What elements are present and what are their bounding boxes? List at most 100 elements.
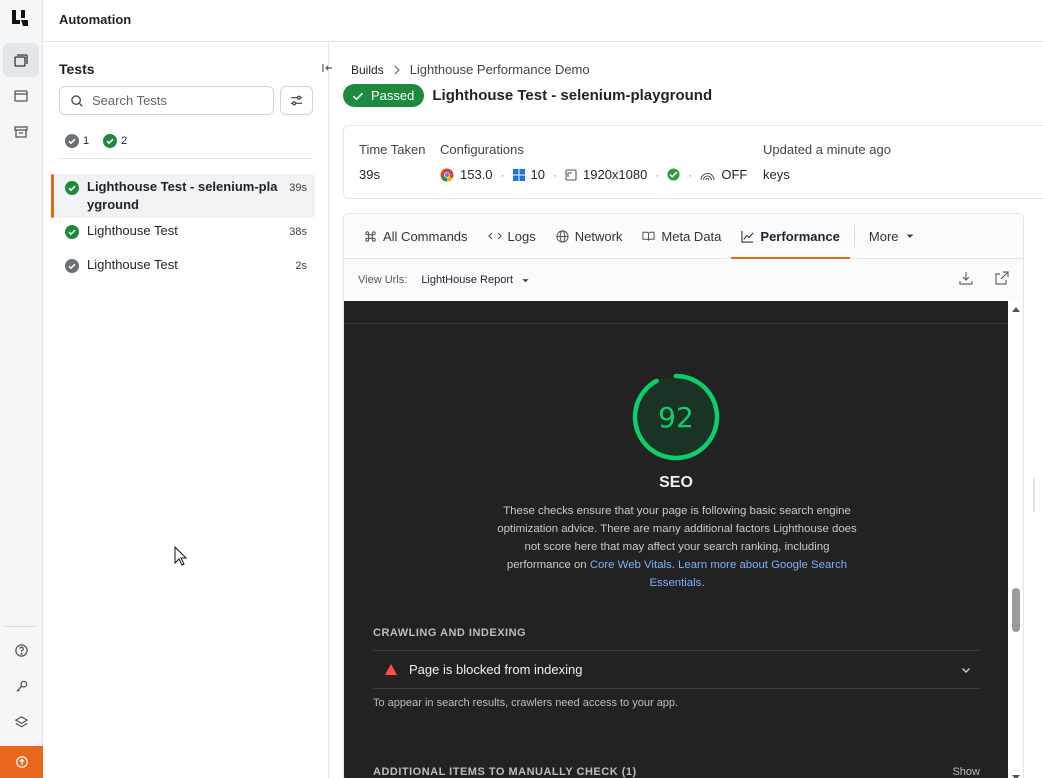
passed-check-icon — [65, 181, 79, 195]
chevron-down-icon — [962, 668, 970, 673]
tab-meta-data[interactable]: Meta Data — [632, 214, 731, 259]
tab-separator — [853, 225, 855, 247]
tab-all-commands[interactable]: All Commands — [354, 214, 478, 259]
score-value: 92 — [658, 400, 694, 434]
test-item[interactable]: Lighthouse Test 38s — [51, 218, 315, 252]
search-essentials-link[interactable]: Learn more about Google Search Essential… — [649, 559, 847, 589]
scroll-down-icon[interactable] — [1011, 774, 1021, 778]
tab-network[interactable]: Network — [546, 214, 633, 259]
brand-logo-icon[interactable] — [10, 8, 30, 28]
command-icon — [365, 230, 376, 242]
test-info-card: Time Taken 39s Configurations 153.0 · 10… — [343, 125, 1043, 199]
completed-count[interactable]: 1 — [65, 134, 89, 148]
left-rail — [0, 0, 43, 778]
tab-logs[interactable]: Logs — [478, 214, 546, 259]
separator-dot: · — [688, 167, 693, 182]
key-icon[interactable] — [3, 669, 39, 703]
crawling-heading: CRAWLING AND INDEXING — [373, 627, 527, 639]
passed-count[interactable]: 2 — [103, 134, 127, 148]
archive-nav-icon[interactable] — [3, 115, 39, 149]
report-actions — [959, 271, 1009, 285]
browser-nav-icon[interactable] — [3, 79, 39, 113]
search-tests-input[interactable] — [92, 93, 262, 108]
help-icon[interactable] — [3, 633, 39, 667]
tests-panel: Tests 1 2 Lighthouse Test - selenium-pla… — [43, 42, 329, 778]
test-duration: 39s — [289, 182, 307, 194]
completed-count-value: 1 — [83, 135, 90, 147]
test-duration: 38s — [289, 226, 307, 238]
build-title: Lighthouse Test - selenium-playground — [432, 87, 713, 104]
breadcrumb: Builds Lighthouse Performance Demo — [351, 62, 590, 77]
tab-performance[interactable]: Performance — [731, 214, 851, 259]
passed-count-value: 2 — [121, 135, 128, 147]
performance-card: All Commands Logs Network Meta Data Perf… — [343, 213, 1024, 778]
scrollbar-thumb[interactable] — [1012, 588, 1020, 632]
search-icon — [71, 94, 83, 107]
upgrade-icon[interactable] — [0, 746, 43, 778]
test-list: Lighthouse Test - selenium-playground 39… — [51, 174, 315, 286]
updated-label: Updated a minute ago — [763, 142, 891, 157]
resolution-value: 1920x1080 — [583, 167, 648, 182]
status-badge-label: Passed — [371, 88, 415, 103]
layers-icon[interactable] — [3, 705, 39, 739]
globe-icon — [556, 229, 569, 243]
separator-dot: · — [553, 167, 558, 182]
more-dropdown[interactable]: More — [859, 214, 925, 259]
time-taken-label: Time Taken — [359, 142, 426, 157]
test-name: Lighthouse Test - selenium-playground — [87, 179, 278, 212]
page-scrollbar[interactable] — [1033, 478, 1035, 512]
check-circle-icon — [352, 92, 364, 100]
show-toggle[interactable]: Show — [952, 766, 980, 778]
chevron-right-icon — [394, 65, 400, 74]
audit-title: Page is blocked from indexing — [409, 662, 583, 677]
mouse-cursor-icon — [174, 546, 188, 566]
breadcrumb-builds-link[interactable]: Builds — [351, 63, 384, 77]
scroll-up-icon[interactable] — [1011, 305, 1021, 313]
audit-row[interactable]: Page is blocked from indexing — [373, 650, 980, 689]
status-counts: 1 2 — [65, 134, 127, 148]
breadcrumb-current: Lighthouse Performance Demo — [409, 62, 590, 77]
passed-check-icon — [65, 225, 79, 239]
external-link-icon[interactable] — [995, 271, 1009, 285]
filter-button[interactable] — [280, 86, 313, 115]
tab-label: Network — [574, 228, 623, 244]
builds-nav-icon[interactable] — [3, 43, 39, 77]
test-item[interactable]: Lighthouse Test 2s — [51, 252, 315, 286]
audit-description: To appear in search results, crawlers ne… — [373, 697, 679, 709]
test-name: Lighthouse Test — [87, 257, 178, 272]
tab-bar: All Commands Logs Network Meta Data Perf… — [344, 214, 1023, 259]
test-item[interactable]: Lighthouse Test - selenium-playground 39… — [51, 174, 315, 218]
chrome-icon — [440, 168, 454, 182]
search-box[interactable] — [59, 86, 274, 115]
download-icon[interactable] — [959, 271, 973, 285]
tests-divider — [59, 158, 313, 159]
test-name: Lighthouse Test — [87, 223, 178, 238]
separator-dot: · — [500, 167, 505, 182]
report-divider — [344, 323, 1008, 324]
category-description: These checks ensure that your page is fo… — [496, 502, 858, 592]
build-title-row: Passed Lighthouse Test - selenium-playgr… — [343, 84, 712, 107]
separator-dot: · — [655, 167, 660, 182]
status-badge: Passed — [343, 84, 425, 107]
view-urls-select[interactable]: LightHouse Report — [421, 274, 530, 286]
chart-icon — [741, 230, 754, 243]
app-title: Automation — [59, 12, 132, 27]
tunnel-value: OFF — [721, 167, 748, 182]
report-scrollbar[interactable] — [1009, 301, 1023, 778]
tunnel-icon — [700, 172, 715, 180]
completed-check-icon — [65, 134, 79, 148]
top-bar: Automation — [43, 0, 1043, 42]
code-icon — [487, 232, 502, 240]
book-icon — [642, 231, 656, 241]
tab-label: Performance — [760, 228, 840, 244]
windows-icon — [512, 168, 525, 181]
completed-check-icon — [65, 259, 79, 273]
main-content: Builds Lighthouse Performance Demo Passe… — [330, 42, 1043, 778]
browser-version: 153.0 — [460, 167, 493, 182]
core-web-vitals-link[interactable]: Core Web Vitals — [590, 559, 672, 571]
passed-check-icon — [103, 134, 118, 148]
configurations-value: 153.0 · 10 · 1920x1080 · · OFF — [440, 167, 747, 182]
time-taken-value: 39s — [359, 167, 380, 182]
tests-heading: Tests — [59, 61, 95, 77]
view-urls-row: View Urls: LightHouse Report — [344, 259, 1023, 301]
